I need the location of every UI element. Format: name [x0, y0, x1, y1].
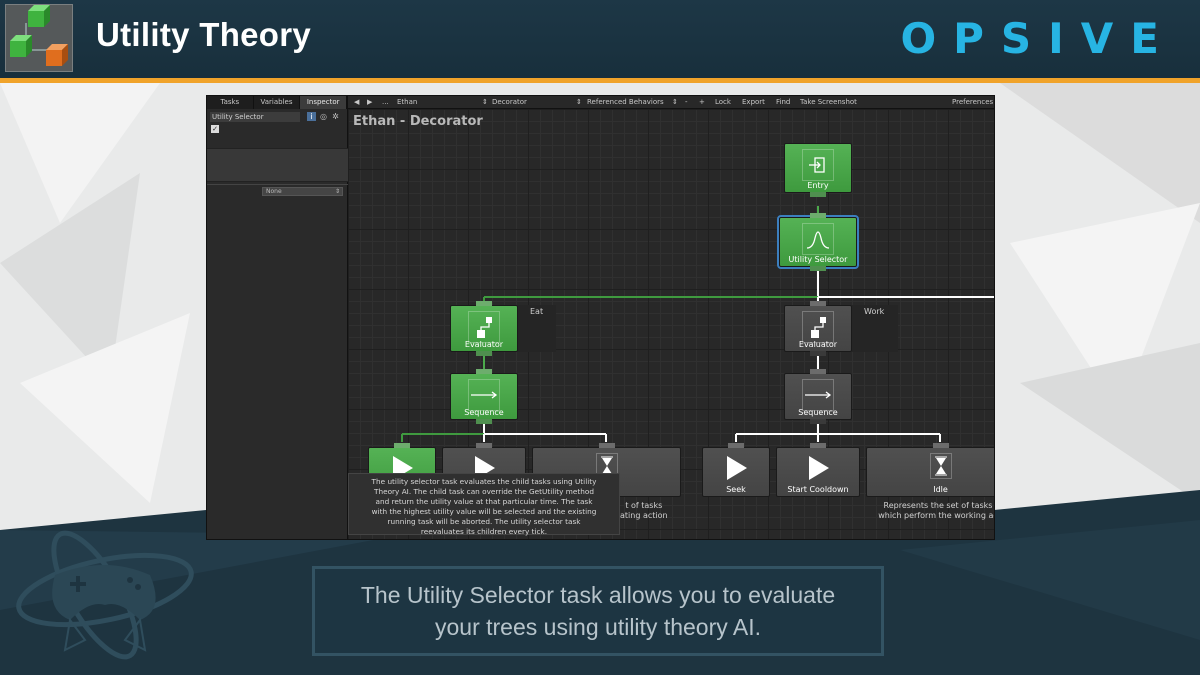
preferences-button[interactable]: Preferences	[952, 96, 993, 109]
tab-tasks[interactable]: Tasks	[207, 96, 254, 109]
seek-node[interactable]: Seek	[702, 443, 770, 497]
node-label: Utility Selector	[788, 255, 848, 264]
behavior-select[interactable]: Decorator	[492, 96, 527, 109]
help-icon[interactable]: i	[307, 112, 316, 121]
node-comment-work: Work	[864, 307, 885, 316]
chevron-down-icon: ⇕	[482, 98, 488, 106]
caption-text: The Utility Selector task allows you to …	[360, 582, 836, 640]
referenced-behaviors-select[interactable]: Referenced Behaviors	[587, 96, 664, 109]
idle-node[interactable]: Idle	[866, 443, 994, 497]
node-label: Evaluator	[464, 340, 504, 349]
gamepad-mascot-icon	[16, 530, 194, 660]
tab-variables[interactable]: Variables	[254, 96, 301, 109]
slide-title: Utility Theory	[96, 16, 312, 53]
inspector-panel: Tasks Variables Inspector Utility Select…	[207, 96, 348, 539]
utility-selector-node[interactable]: Utility Selector	[777, 213, 859, 271]
evaluator-eat-node[interactable]: Evaluator	[450, 301, 518, 356]
node-label: Seek	[726, 485, 746, 494]
node-label: Sequence	[464, 408, 504, 417]
lock-button[interactable]: Lock	[715, 96, 731, 109]
sequence-work-node[interactable]: Sequence	[784, 369, 852, 424]
object-select[interactable]: Ethan	[397, 96, 417, 109]
select-value: None	[266, 188, 282, 195]
node-label: Start Cooldown	[787, 485, 849, 494]
comment-textarea[interactable]	[207, 148, 348, 182]
panel-divider	[207, 184, 348, 185]
start-cooldown-node[interactable]: Start Cooldown	[776, 443, 860, 497]
idle-task-description: Represents the set of tasks which perfor…	[878, 501, 994, 520]
node-label: Evaluator	[798, 340, 838, 349]
chevron-down-icon: ⇕	[576, 98, 582, 106]
arrow-right-icon	[802, 379, 834, 411]
cubes-logo-icon	[10, 5, 68, 66]
node-comment-eat: Eat	[530, 307, 544, 316]
entry-node[interactable]: Entry	[784, 143, 852, 197]
gear-icon[interactable]: ✲	[331, 112, 340, 121]
shared-variable-select[interactable]: None ⇕	[262, 187, 343, 196]
caption-box: The Utility Selector task allows you to …	[312, 566, 884, 656]
remove-behavior-button[interactable]: -	[685, 96, 688, 109]
play-icon	[720, 453, 752, 485]
evaluator-icon	[468, 311, 500, 343]
play-icon	[802, 453, 834, 485]
panel-tabs: Tasks Variables Inspector	[207, 96, 348, 109]
tab-inspector[interactable]: Inspector	[300, 96, 348, 109]
graph-canvas[interactable]: Ethan - Decorator Entry Utility Selector…	[348, 109, 994, 539]
export-button[interactable]: Export	[742, 96, 765, 109]
find-button[interactable]: Find	[776, 96, 790, 109]
chevron-down-icon: ⇕	[672, 98, 678, 106]
add-behavior-button[interactable]: +	[699, 96, 705, 109]
chevron-down-icon: ⇕	[334, 188, 340, 195]
node-label: Entry	[807, 181, 829, 190]
arrow-right-icon	[468, 379, 500, 411]
take-screenshot-button[interactable]: Take Screenshot	[800, 96, 857, 109]
instant-checkbox[interactable]: ✓	[211, 125, 219, 133]
target-icon[interactable]: ◎	[319, 112, 328, 121]
evaluator-icon	[802, 311, 834, 343]
more-button[interactable]: ...	[382, 96, 389, 109]
slide-header: Utility Theory OPSIVE	[0, 0, 1200, 78]
editor-toolbar: ◀ ▶ ... Ethan ⇕ Decorator ⇕ Referenced B…	[348, 96, 994, 109]
bell-curve-icon	[802, 223, 834, 255]
cubes-logo	[5, 4, 73, 72]
task-name-field[interactable]: Utility Selector	[210, 112, 300, 122]
node-label: Idle	[933, 485, 948, 494]
opsive-logo: OPSIVE	[900, 14, 1176, 63]
node-label: Sequence	[798, 408, 838, 417]
evaluator-work-node[interactable]: Evaluator	[784, 301, 852, 356]
entry-icon	[802, 149, 834, 181]
task-tooltip: The utility selector task evaluates the …	[348, 473, 620, 536]
back-button[interactable]: ◀	[354, 96, 359, 109]
eat-task-description: t of tasks ating action	[620, 501, 668, 520]
forward-button[interactable]: ▶	[367, 96, 372, 109]
behavior-designer-window: Tasks Variables Inspector Utility Select…	[206, 95, 995, 540]
sequence-eat-node[interactable]: Sequence	[450, 369, 518, 424]
hourglass-icon	[930, 453, 952, 479]
